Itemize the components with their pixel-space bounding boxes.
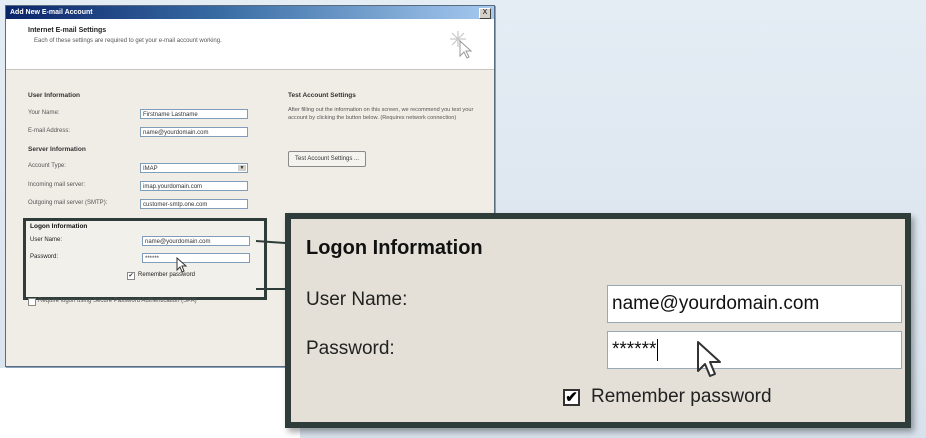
callout-remember-password-label: Remember password	[591, 386, 772, 407]
test-settings-heading: Test Account Settings	[288, 92, 356, 99]
callout-password-value: ******	[612, 339, 657, 360]
test-account-settings-button[interactable]: Test Account Settings ...	[288, 151, 367, 167]
dialog-header: Internet E-mail Settings Each of these s…	[6, 19, 494, 70]
logon-info-callout: Logon Information User Name: name@yourdo…	[285, 213, 911, 428]
callout-user-name-label: User Name:	[306, 289, 408, 310]
callout-connector-bottom	[256, 288, 287, 290]
chevron-down-icon[interactable]: ▼	[238, 165, 246, 171]
callout-title: Logon Information	[306, 237, 483, 259]
user-name-label-small: User Name:	[30, 237, 63, 243]
callout-remember-password-checkbox[interactable]: ✔	[563, 389, 580, 406]
account-type-label: Account Type:	[28, 163, 66, 169]
dialog-titlebar: Add New E-mail Account	[6, 6, 494, 19]
password-label-small: Password:	[30, 254, 59, 260]
email-address-field[interactable]: name@yourdomain.com	[140, 127, 248, 137]
account-type-select[interactable]: IMAP ▼	[140, 163, 248, 173]
outgoing-server-label: Outgoing mail server (SMTP):	[28, 200, 108, 206]
callout-password-field[interactable]: ******	[607, 331, 902, 369]
password-field-small[interactable]: ******	[142, 253, 250, 263]
spa-checkbox[interactable]	[28, 298, 36, 306]
logon-info-heading-small: Logon Information	[30, 223, 88, 230]
email-address-label: E-mail Address:	[28, 128, 71, 134]
server-info-heading: Server Information	[28, 146, 86, 153]
spa-label: Require logon using Secure Password Auth…	[38, 298, 197, 304]
your-name-field[interactable]: Firstname Lastname	[140, 109, 248, 119]
callout-password-label: Password:	[306, 338, 395, 359]
remember-password-checkbox-small[interactable]: ✔	[127, 272, 135, 280]
header-subtitle: Each of these settings are required to g…	[34, 38, 222, 44]
outgoing-server-field[interactable]: customer-smtp.one.com	[140, 199, 248, 209]
header-title: Internet E-mail Settings	[28, 27, 107, 34]
user-info-heading: User Information	[28, 92, 81, 99]
close-button[interactable]: X	[479, 8, 491, 19]
dialog-title: Add New E-mail Account	[10, 9, 93, 16]
your-name-label: Your Name:	[28, 110, 60, 116]
incoming-server-label: Incoming mail server:	[28, 182, 86, 188]
sparkle-cursor-icon	[450, 31, 473, 59]
page-strip	[0, 368, 300, 438]
text-caret	[657, 338, 659, 361]
user-name-field-small[interactable]: name@yourdomain.com	[142, 236, 250, 246]
logon-info-box-small: Logon Information User Name: name@yourdo…	[23, 218, 267, 300]
mouse-pointer-icon	[176, 257, 188, 273]
incoming-server-field[interactable]: imap.yourdomain.com	[140, 181, 248, 191]
account-type-value: IMAP	[143, 166, 158, 172]
callout-user-name-field[interactable]: name@yourdomain.com	[607, 285, 902, 323]
test-settings-description: After filling out the information on thi…	[288, 107, 474, 121]
mouse-pointer-icon	[697, 341, 721, 377]
